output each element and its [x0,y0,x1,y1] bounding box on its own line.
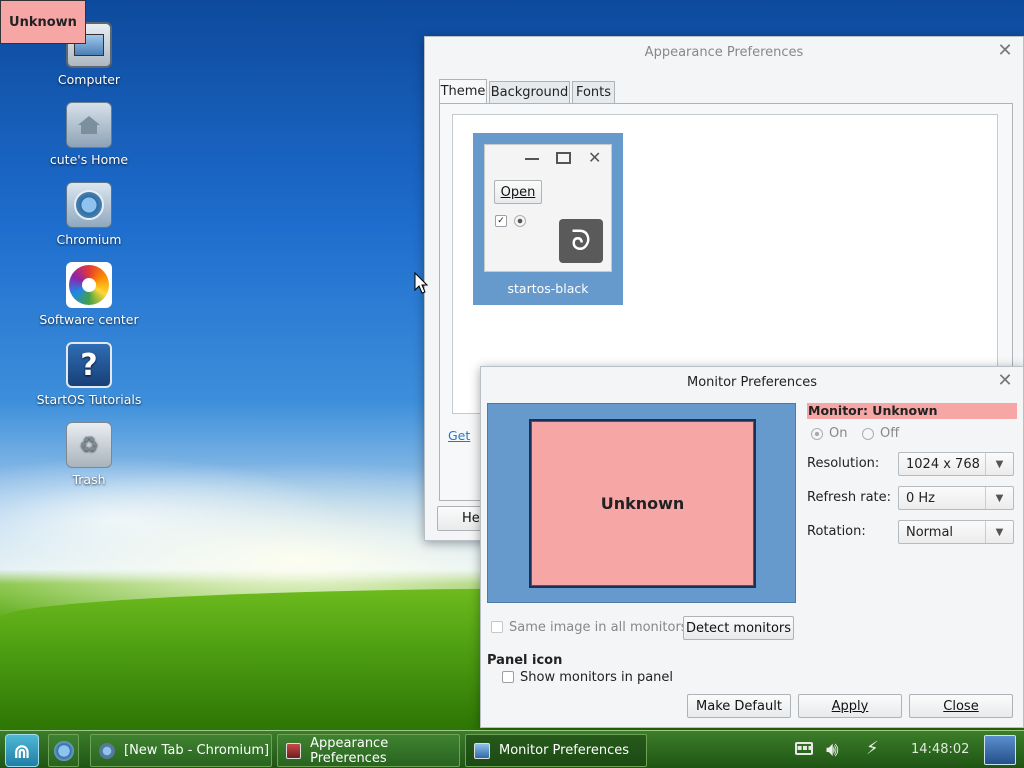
rotation-value: Normal [906,524,954,540]
desktop-icon-label: Trash [72,472,106,487]
close-button[interactable]: Close [909,694,1013,718]
clock[interactable]: 14:48:02 [911,742,969,757]
desktop-icon-software-center[interactable]: Software center [14,262,164,327]
tab-theme[interactable]: Theme [439,79,487,103]
desktop-icon-label: StartOS Tutorials [36,392,142,407]
monitor-heading: Monitor: Unknown [807,403,1017,419]
tab-background[interactable]: Background [489,81,570,103]
show-monitors-label: Show monitors in panel [520,670,674,685]
close-icon[interactable]: ✕ [995,41,1015,61]
volume-icon[interactable]: 🔊︎ [826,737,839,761]
same-image-label: Same image in all monitors [509,620,688,635]
refresh-rate-value: 0 Hz [906,490,936,506]
close-icon[interactable]: ✕ [995,371,1015,391]
chevron-down-icon: ▼ [985,521,1013,543]
refresh-rate-label: Refresh rate: [807,490,892,505]
system-tray: ▪▪▪ 🔊︎ ⚡︎ 14:48:02 [780,734,1024,767]
desktop-icon-label: Computer [57,72,121,87]
resolution-value: 1024 x 768 [906,456,980,472]
desktop-icon-label: Chromium [56,232,122,247]
maximize-icon [556,152,571,164]
close-icon: ✕ [588,148,602,167]
monitor-preferences-window: Monitor Preferences ✕ Unknown Monitor: U… [480,366,1024,728]
home-folder-icon [66,102,112,148]
chromium-icon [99,742,115,759]
help-icon: ? [66,342,112,388]
preview-radio [514,215,526,227]
gnome-foot-icon: ᘐ [559,219,603,263]
network-disconnected-icon[interactable]: ⚡︎ [866,738,879,759]
desktop-icon-label: cute's Home [49,152,129,167]
start-menu-button[interactable]: ⋒ [5,734,39,767]
desktop-icon-chromium[interactable]: Chromium [14,182,164,247]
chevron-down-icon: ▼ [985,453,1013,475]
taskbar-item-label: [New Tab - Chromium] [124,743,270,758]
show-desktop-icon[interactable] [984,735,1016,765]
software-center-icon [66,262,112,308]
appearance-title-bar: Appearance Preferences ✕ [425,37,1023,67]
minimize-icon [525,158,539,160]
preview-checkbox: ✓ [495,215,507,227]
on-label: On [829,426,848,441]
quicklaunch-chromium[interactable] [48,734,79,767]
unknown-monitor-badge: Unknown [0,0,86,44]
taskbar-item-label: Appearance Preferences [310,735,389,766]
panel-icon-heading: Panel icon [487,653,563,668]
preview-open-button: Open [494,180,542,204]
taskbar: ⋒ [New Tab - Chromium] Appearance Prefer… [0,730,1024,768]
resolution-label: Resolution: [807,456,880,471]
same-image-checkbox[interactable] [491,621,503,633]
make-default-button[interactable]: Make Default [687,694,791,718]
monitor-title-bar: Monitor Preferences ✕ [481,367,1023,397]
taskbar-item-chromium[interactable]: [New Tab - Chromium] [90,734,272,767]
theme-item-startos-black[interactable]: ✕ Open ✓ ᘐ startos-black [473,133,623,305]
show-monitors-checkbox[interactable] [502,671,514,683]
off-radio[interactable] [862,428,874,440]
chevron-down-icon: ▼ [985,487,1013,509]
desktop-icon-trash[interactable]: ♻ Trash [14,422,164,487]
get-more-themes-link[interactable]: Get [448,428,470,443]
taskbar-item-label: Monitor Preferences [499,743,630,758]
monitor-screen-label: Unknown [531,421,754,586]
startos-logo-icon: ⋒ [13,738,31,763]
tab-fonts[interactable]: Fonts [572,81,615,103]
monitor-screen[interactable]: Unknown [529,419,756,588]
appearance-icon [286,742,302,759]
resolution-combo[interactable]: 1024 x 768 ▼ [898,452,1014,476]
window-title: Monitor Preferences [686,374,817,390]
rotation-combo[interactable]: Normal ▼ [898,520,1014,544]
apply-button[interactable]: Apply [798,694,902,718]
monitor-icon [474,742,490,759]
chromium-icon [53,740,74,761]
on-radio[interactable] [811,428,823,440]
theme-name: startos-black [507,281,589,296]
taskbar-item-appearance[interactable]: Appearance Preferences [277,734,460,767]
rotation-label: Rotation: [807,524,866,539]
desktop-icon-label: Software center [39,312,139,327]
theme-preview: ✕ Open ✓ ᘐ [484,144,612,272]
desktop-icon-home[interactable]: cute's Home [14,102,164,167]
detect-monitors-button[interactable]: Detect monitors [683,616,794,640]
keyboard-icon[interactable]: ▪▪▪ [795,742,813,755]
monitor-preview: Unknown [487,403,796,603]
off-label: Off [880,426,900,441]
chromium-icon [66,182,112,228]
mouse-cursor-icon [414,272,429,294]
refresh-rate-combo[interactable]: 0 Hz ▼ [898,486,1014,510]
taskbar-item-monitor[interactable]: Monitor Preferences [465,734,647,767]
window-title: Appearance Preferences [644,44,804,60]
desktop-icon-tutorials[interactable]: ? StartOS Tutorials [14,342,164,407]
trash-icon: ♻ [66,422,112,468]
